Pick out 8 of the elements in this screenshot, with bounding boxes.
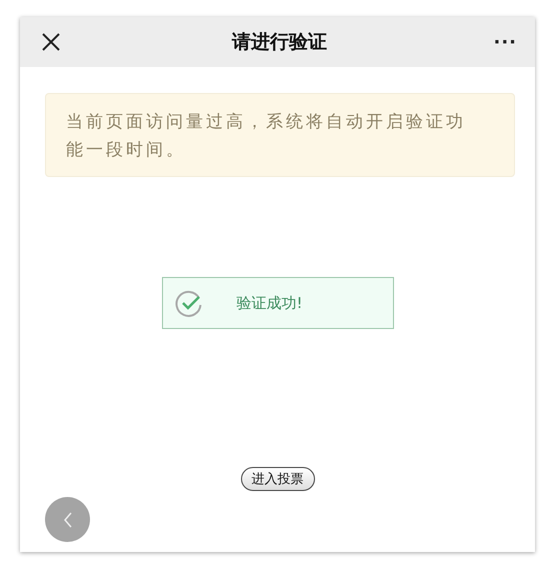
page-title: 请进行验证 — [232, 30, 327, 55]
chevron-left-icon — [62, 510, 72, 528]
check-circle-icon — [174, 289, 202, 317]
more-button[interactable]: ··· — [493, 32, 517, 52]
enter-vote-button[interactable]: 进入投票 — [240, 467, 314, 491]
close-icon[interactable] — [42, 33, 60, 51]
status-text: 验证成功! — [236, 294, 303, 312]
warning-notice: 当前页面访问量过高，系统将自动开启验证功能一段时间。 — [45, 93, 515, 177]
